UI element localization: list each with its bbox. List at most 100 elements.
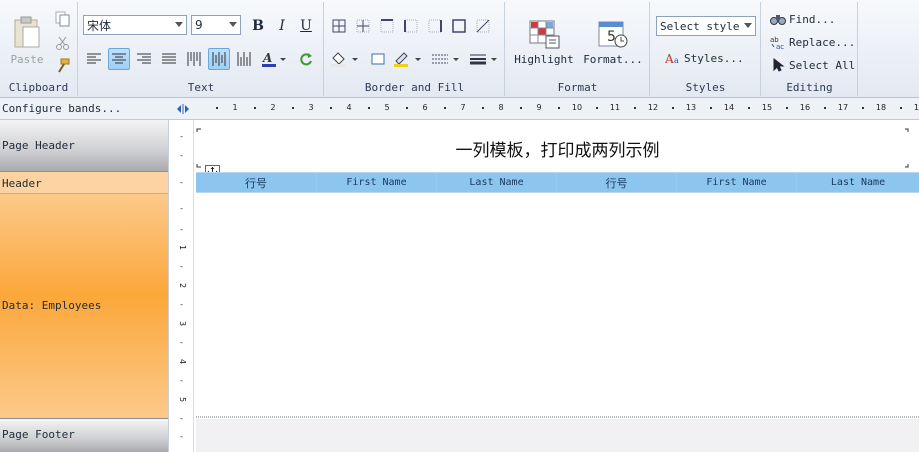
select-style-value: Select style [660, 19, 740, 33]
find-label: Find... [789, 12, 836, 26]
pen-icon [394, 52, 421, 67]
ruler-label: 1 [232, 103, 238, 112]
ruler-label: 2 [178, 282, 188, 289]
dash-style-icon [432, 54, 459, 64]
band-page-footer[interactable]: Page Footer [0, 418, 168, 452]
report-title[interactable]: 一列模板，打印成两列示例 [196, 136, 919, 161]
select-style-dropdown[interactable]: Select style [656, 16, 756, 36]
border-fill-group: Border and Fill [325, 2, 505, 96]
ruler-tick [710, 107, 712, 109]
valign-middle-button[interactable] [208, 48, 230, 70]
border-left-button[interactable] [400, 15, 422, 37]
ruler-label: 17 [837, 103, 849, 112]
ruler-tick [900, 107, 902, 109]
ruler-label: 10 [571, 103, 583, 112]
configure-bands-link[interactable]: Configure bands... [2, 102, 121, 115]
styles-icon: Aa [665, 52, 679, 65]
format-painter-button[interactable] [52, 55, 74, 77]
font-color-button[interactable]: A [259, 48, 289, 70]
band-data-label: Data: Employees [2, 299, 102, 312]
line-width-icon [470, 54, 497, 65]
border-outer-button[interactable] [448, 15, 470, 37]
font-color-icon: A [262, 51, 286, 67]
format-button[interactable]: 5 Format... [582, 14, 644, 70]
font-family-select[interactable]: 宋体 [83, 15, 187, 35]
svg-text:A: A [665, 52, 674, 65]
band-header-label: Header [2, 177, 42, 190]
align-left-button[interactable] [83, 48, 105, 70]
ruler-label: 9 [536, 103, 542, 112]
ruler-label: 11 [609, 103, 621, 112]
justify-icon [162, 53, 176, 64]
border-all-button[interactable] [328, 15, 350, 37]
column-header-row-number[interactable]: 行号 [196, 173, 317, 192]
find-button[interactable]: Find... [770, 9, 835, 29]
ruler-tick: - [180, 132, 183, 141]
text-group-label: Text [187, 81, 215, 94]
svg-text:A: A [262, 51, 272, 65]
editing-group: Find... ab ac Replace... Select All Editi… [762, 2, 858, 96]
column-header-last-name-2[interactable]: Last Name [797, 173, 919, 192]
align-center-button[interactable] [108, 48, 130, 70]
paste-label: Paste [10, 52, 44, 66]
ruler-tick [596, 107, 598, 109]
border-right-icon [428, 19, 442, 33]
border-diagonal-button[interactable] [472, 15, 494, 37]
refresh-button[interactable] [295, 48, 317, 70]
replace-label: Replace... [789, 35, 856, 49]
valign-bottom-button[interactable] [233, 48, 255, 70]
valign-middle-icon [212, 52, 226, 66]
band-page-header[interactable]: Page Header [0, 120, 168, 172]
styles-group: Select style Aa Styles... Styles [651, 2, 761, 96]
ruler-handle-icon[interactable] [176, 103, 190, 118]
clipboard-group: Paste Clipboard [0, 2, 78, 96]
ruler-label: 14 [723, 103, 735, 112]
border-right-button[interactable] [424, 15, 446, 37]
ruler-tick [406, 107, 408, 109]
ruler-label: 4 [178, 358, 188, 365]
border-top-button[interactable] [376, 15, 398, 37]
ruler-label: 3 [178, 320, 188, 327]
highlight-button[interactable]: Highlight [512, 14, 576, 70]
column-header-last-name[interactable]: Last Name [437, 173, 557, 192]
binoculars-icon [770, 15, 786, 25]
paint-bucket-icon [331, 52, 358, 67]
styles-group-label: Styles [685, 81, 726, 94]
ruler-tick: - [180, 151, 183, 160]
report-design-surface[interactable]: 一列模板，打印成两列示例 行号 First Name Last Name 行号 … [196, 120, 919, 452]
replace-button[interactable]: ab ac Replace... [770, 32, 855, 52]
ruler-label: 7 [460, 103, 466, 112]
column-header-first-name-2[interactable]: First Name [677, 173, 797, 192]
border-dash-button[interactable] [429, 48, 463, 70]
underline-button[interactable]: U [295, 15, 317, 37]
border-inner-button[interactable] [352, 15, 374, 37]
justify-button[interactable] [158, 48, 180, 70]
font-size-select[interactable]: 9 [191, 15, 241, 35]
column-header-first-name[interactable]: First Name [317, 173, 437, 192]
column-header-row-number-2[interactable]: 行号 [557, 173, 677, 192]
svg-text:a: a [674, 56, 679, 65]
band-data[interactable]: Data: Employees [0, 194, 168, 418]
valign-top-icon [187, 52, 201, 66]
italic-button[interactable]: I [271, 15, 293, 37]
select-all-button[interactable]: Select All [770, 55, 855, 75]
valign-bottom-icon [237, 52, 251, 66]
styles-button[interactable]: Aa Styles... [665, 47, 744, 69]
band-toolbar: Configure bands... 1 2 3 4 5 6 7 8 9 10 11 12 13 14 15… [0, 98, 919, 120]
copy-button[interactable] [52, 8, 74, 30]
paste-button[interactable]: Paste [6, 10, 48, 70]
fill-color-button[interactable] [328, 48, 362, 70]
highlight-color-button[interactable] [391, 48, 425, 70]
border-width-button[interactable] [467, 48, 501, 70]
align-right-button[interactable] [133, 48, 155, 70]
bold-button[interactable]: B [247, 15, 269, 37]
ruler-tick: - [180, 432, 183, 441]
band-header[interactable]: Header [0, 172, 168, 194]
band-page-footer-label: Page Footer [2, 428, 75, 441]
page-footer-area[interactable] [196, 419, 919, 452]
chevron-down-icon [744, 23, 752, 28]
ruler-tick: - [180, 414, 183, 423]
border-style-button[interactable] [367, 48, 389, 70]
valign-top-button[interactable] [183, 48, 205, 70]
cut-button[interactable] [52, 32, 74, 54]
